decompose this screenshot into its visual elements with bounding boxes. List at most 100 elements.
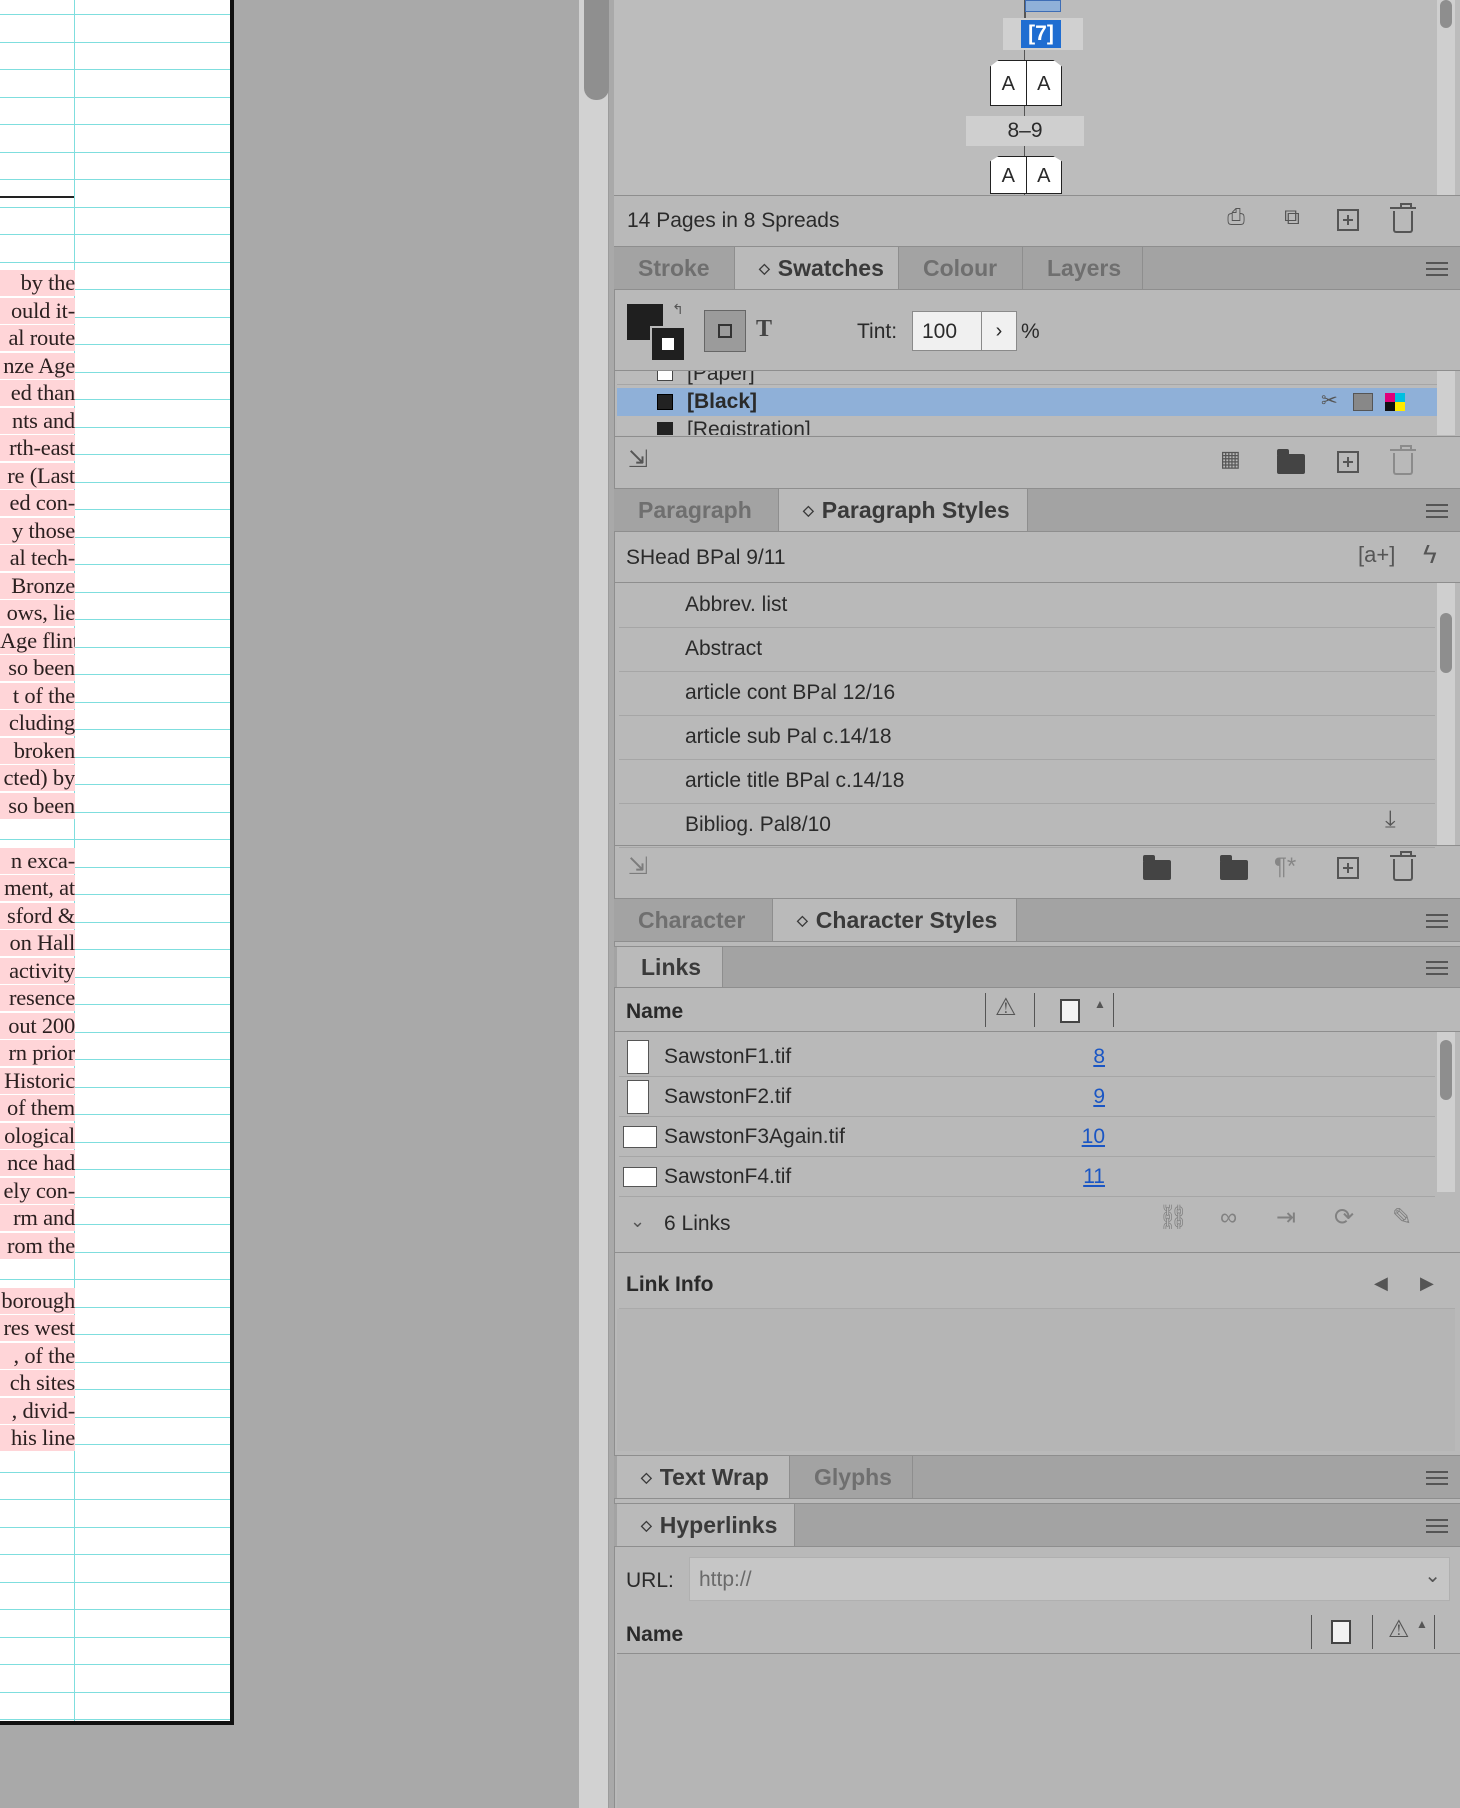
sort-ascending-icon[interactable]: ▲ — [1094, 998, 1106, 1010]
tab-links[interactable]: Links — [617, 947, 723, 987]
link-page-number[interactable]: 9 — [1065, 1085, 1105, 1109]
tab-swatches[interactable]: ◇ Swatches — [735, 247, 899, 289]
paragraph-style-item[interactable]: article sub Pal c.14/18 — [619, 716, 1435, 760]
panel-menu-icon[interactable] — [1426, 262, 1448, 276]
swatch-views-icon[interactable]: ▦ — [1220, 448, 1241, 470]
delete-page-icon[interactable] — [1390, 203, 1416, 233]
relink-from-cc-icon[interactable]: ⛓ — [1158, 1206, 1188, 1230]
delete-paragraph-style-icon[interactable] — [1390, 851, 1416, 881]
textwrap-tabbar: ◇ Text Wrap Glyphs — [614, 1455, 1460, 1499]
new-color-group-icon[interactable] — [1277, 449, 1305, 474]
baseline-guide — [0, 1664, 230, 1665]
url-input[interactable]: http:// ⌄ — [689, 1557, 1450, 1601]
master-page-icon[interactable]: AA — [990, 60, 1062, 106]
page-transitions-icon[interactable]: ⧉ — [1272, 206, 1312, 228]
tab-hyperlinks[interactable]: ◇ Hyperlinks — [617, 1504, 795, 1546]
document-scrollbar-thumb[interactable] — [584, 0, 609, 100]
create-style-icon[interactable]: [a+] — [1358, 544, 1395, 566]
text-line: ely con- — [0, 1177, 75, 1204]
link-row[interactable]: SawstonF4.tif 11 — [619, 1157, 1435, 1197]
formatting-container-button[interactable] — [704, 310, 746, 352]
panel-menu-icon[interactable] — [1426, 1471, 1448, 1485]
panel-menu-icon[interactable] — [1426, 914, 1448, 928]
new-page-icon[interactable] — [1337, 209, 1359, 231]
chevron-down-icon[interactable]: ⌄ — [1424, 1566, 1441, 1586]
tab-character[interactable]: Character — [614, 899, 773, 941]
swap-fill-stroke-icon[interactable]: ↰ — [672, 302, 684, 316]
character-tabbar: Character ◇ Character Styles — [614, 898, 1460, 942]
new-style-group-from-icon[interactable] — [1143, 855, 1171, 880]
status-warning-icon[interactable]: ⚠ — [995, 996, 1017, 1020]
pages-scrollbar[interactable] — [1437, 0, 1455, 195]
page-thumbnail-7[interactable] — [1025, 0, 1061, 12]
link-row[interactable]: SawstonF2.tif 9 — [619, 1077, 1435, 1117]
tab-character-styles[interactable]: ◇ Character Styles — [773, 899, 1017, 941]
text-line: by the — [0, 270, 75, 296]
spread-7-label[interactable]: [7] — [1021, 20, 1061, 48]
swatches-tabbar: Stroke ◇ Swatches Colour Layers — [614, 246, 1460, 290]
swatch-row[interactable]: [Paper] — [617, 371, 1437, 385]
master-page-icon[interactable]: AA — [990, 156, 1062, 194]
document-scrollbar[interactable] — [579, 0, 609, 1808]
goto-link-icon[interactable]: ⇥ — [1276, 1206, 1296, 1230]
relink-icon[interactable]: ∞ — [1220, 1206, 1237, 1230]
tab-text-wrap[interactable]: ◇ Text Wrap — [617, 1456, 790, 1498]
paragraph-style-item[interactable]: Bibliog. Pal8/10 — [619, 804, 1435, 848]
paragraph-style-item[interactable]: Abbrev. list — [619, 584, 1435, 628]
page-column-icon[interactable] — [1060, 999, 1080, 1023]
page-column-icon[interactable] — [1331, 1620, 1351, 1644]
quick-apply-icon[interactable]: ϟ — [1423, 541, 1437, 567]
tab-layers[interactable]: Layers — [1023, 247, 1143, 289]
style-overrides-icon[interactable]: ⇲ — [628, 855, 648, 879]
tint-input[interactable]: 100 — [912, 311, 982, 351]
paragraph-style-item[interactable]: Abstract — [619, 628, 1435, 672]
panel-menu-icon[interactable] — [1426, 1519, 1448, 1533]
swatch-row-selected[interactable]: [Black] ✂ — [617, 388, 1437, 416]
status-warning-icon[interactable]: ⚠ — [1388, 1618, 1410, 1642]
panel-menu-icon[interactable] — [1426, 961, 1448, 975]
link-page-number[interactable]: 10 — [1065, 1125, 1105, 1149]
new-style-group-icon[interactable] — [1220, 855, 1248, 880]
sort-ascending-icon[interactable]: ▲ — [1416, 1618, 1428, 1630]
document-page[interactable]: by the ould it-al route nze Age ed than nts … — [0, 0, 234, 1725]
link-page-number[interactable]: 11 — [1065, 1165, 1105, 1189]
hyperlinks-column-name[interactable]: Name — [626, 1623, 683, 1647]
edit-original-icon[interactable]: ✎ — [1392, 1206, 1412, 1230]
links-scrollbar[interactable] — [1437, 1032, 1455, 1192]
formatting-text-button[interactable]: T — [756, 316, 772, 343]
new-swatch-icon[interactable] — [1337, 451, 1359, 473]
tab-stroke[interactable]: Stroke — [614, 247, 735, 289]
stroke-swatch[interactable] — [650, 326, 686, 362]
baseline-guide — [0, 69, 230, 70]
image-thumbnail — [623, 1167, 657, 1187]
clear-overrides-icon[interactable]: ¶* — [1274, 855, 1296, 879]
next-link-icon[interactable]: ▶ — [1420, 1274, 1434, 1292]
text-line: activity — [0, 957, 75, 984]
tab-paragraph-styles[interactable]: ◇ Paragraph Styles — [779, 489, 1028, 531]
paragraph-style-item[interactable]: article cont BPal 12/16 — [619, 672, 1435, 716]
import-icon[interactable]: ⤓ — [1385, 808, 1396, 832]
links-column-name[interactable]: Name — [626, 1000, 683, 1024]
link-row[interactable]: SawstonF3Again.tif 10 — [619, 1117, 1435, 1157]
text-line: ment, at — [0, 875, 75, 901]
paragraph-scrollbar[interactable] — [1437, 583, 1455, 845]
tab-colour[interactable]: Colour — [899, 247, 1023, 289]
spread-89-label[interactable]: 8–9 — [966, 116, 1084, 146]
tint-popup-button[interactable]: › — [981, 311, 1017, 351]
link-row[interactable]: SawstonF1.tif 8 — [619, 1037, 1435, 1077]
new-paragraph-style-icon[interactable] — [1337, 857, 1359, 879]
delete-swatch-icon[interactable] — [1390, 445, 1416, 475]
chevron-down-icon[interactable]: ⌄ — [630, 1212, 645, 1230]
show-swatch-kinds-icon[interactable]: ⇲ — [628, 448, 648, 472]
update-link-icon[interactable]: ⟳ — [1334, 1206, 1354, 1230]
tab-glyphs[interactable]: Glyphs — [790, 1456, 913, 1498]
links-count: 6 Links — [664, 1212, 731, 1235]
panel-menu-icon[interactable] — [1426, 504, 1448, 518]
tab-paragraph[interactable]: Paragraph — [614, 489, 779, 531]
link-page-number[interactable]: 8 — [1065, 1045, 1105, 1069]
paragraph-style-item[interactable]: article title BPal c.14/18 — [619, 760, 1435, 804]
edit-page-size-icon[interactable]: ⎙ — [1216, 206, 1256, 228]
swatch-row[interactable]: [Registration] — [617, 416, 1437, 435]
text-line: t of the — [0, 682, 75, 709]
previous-link-icon[interactable]: ◀ — [1374, 1274, 1388, 1292]
